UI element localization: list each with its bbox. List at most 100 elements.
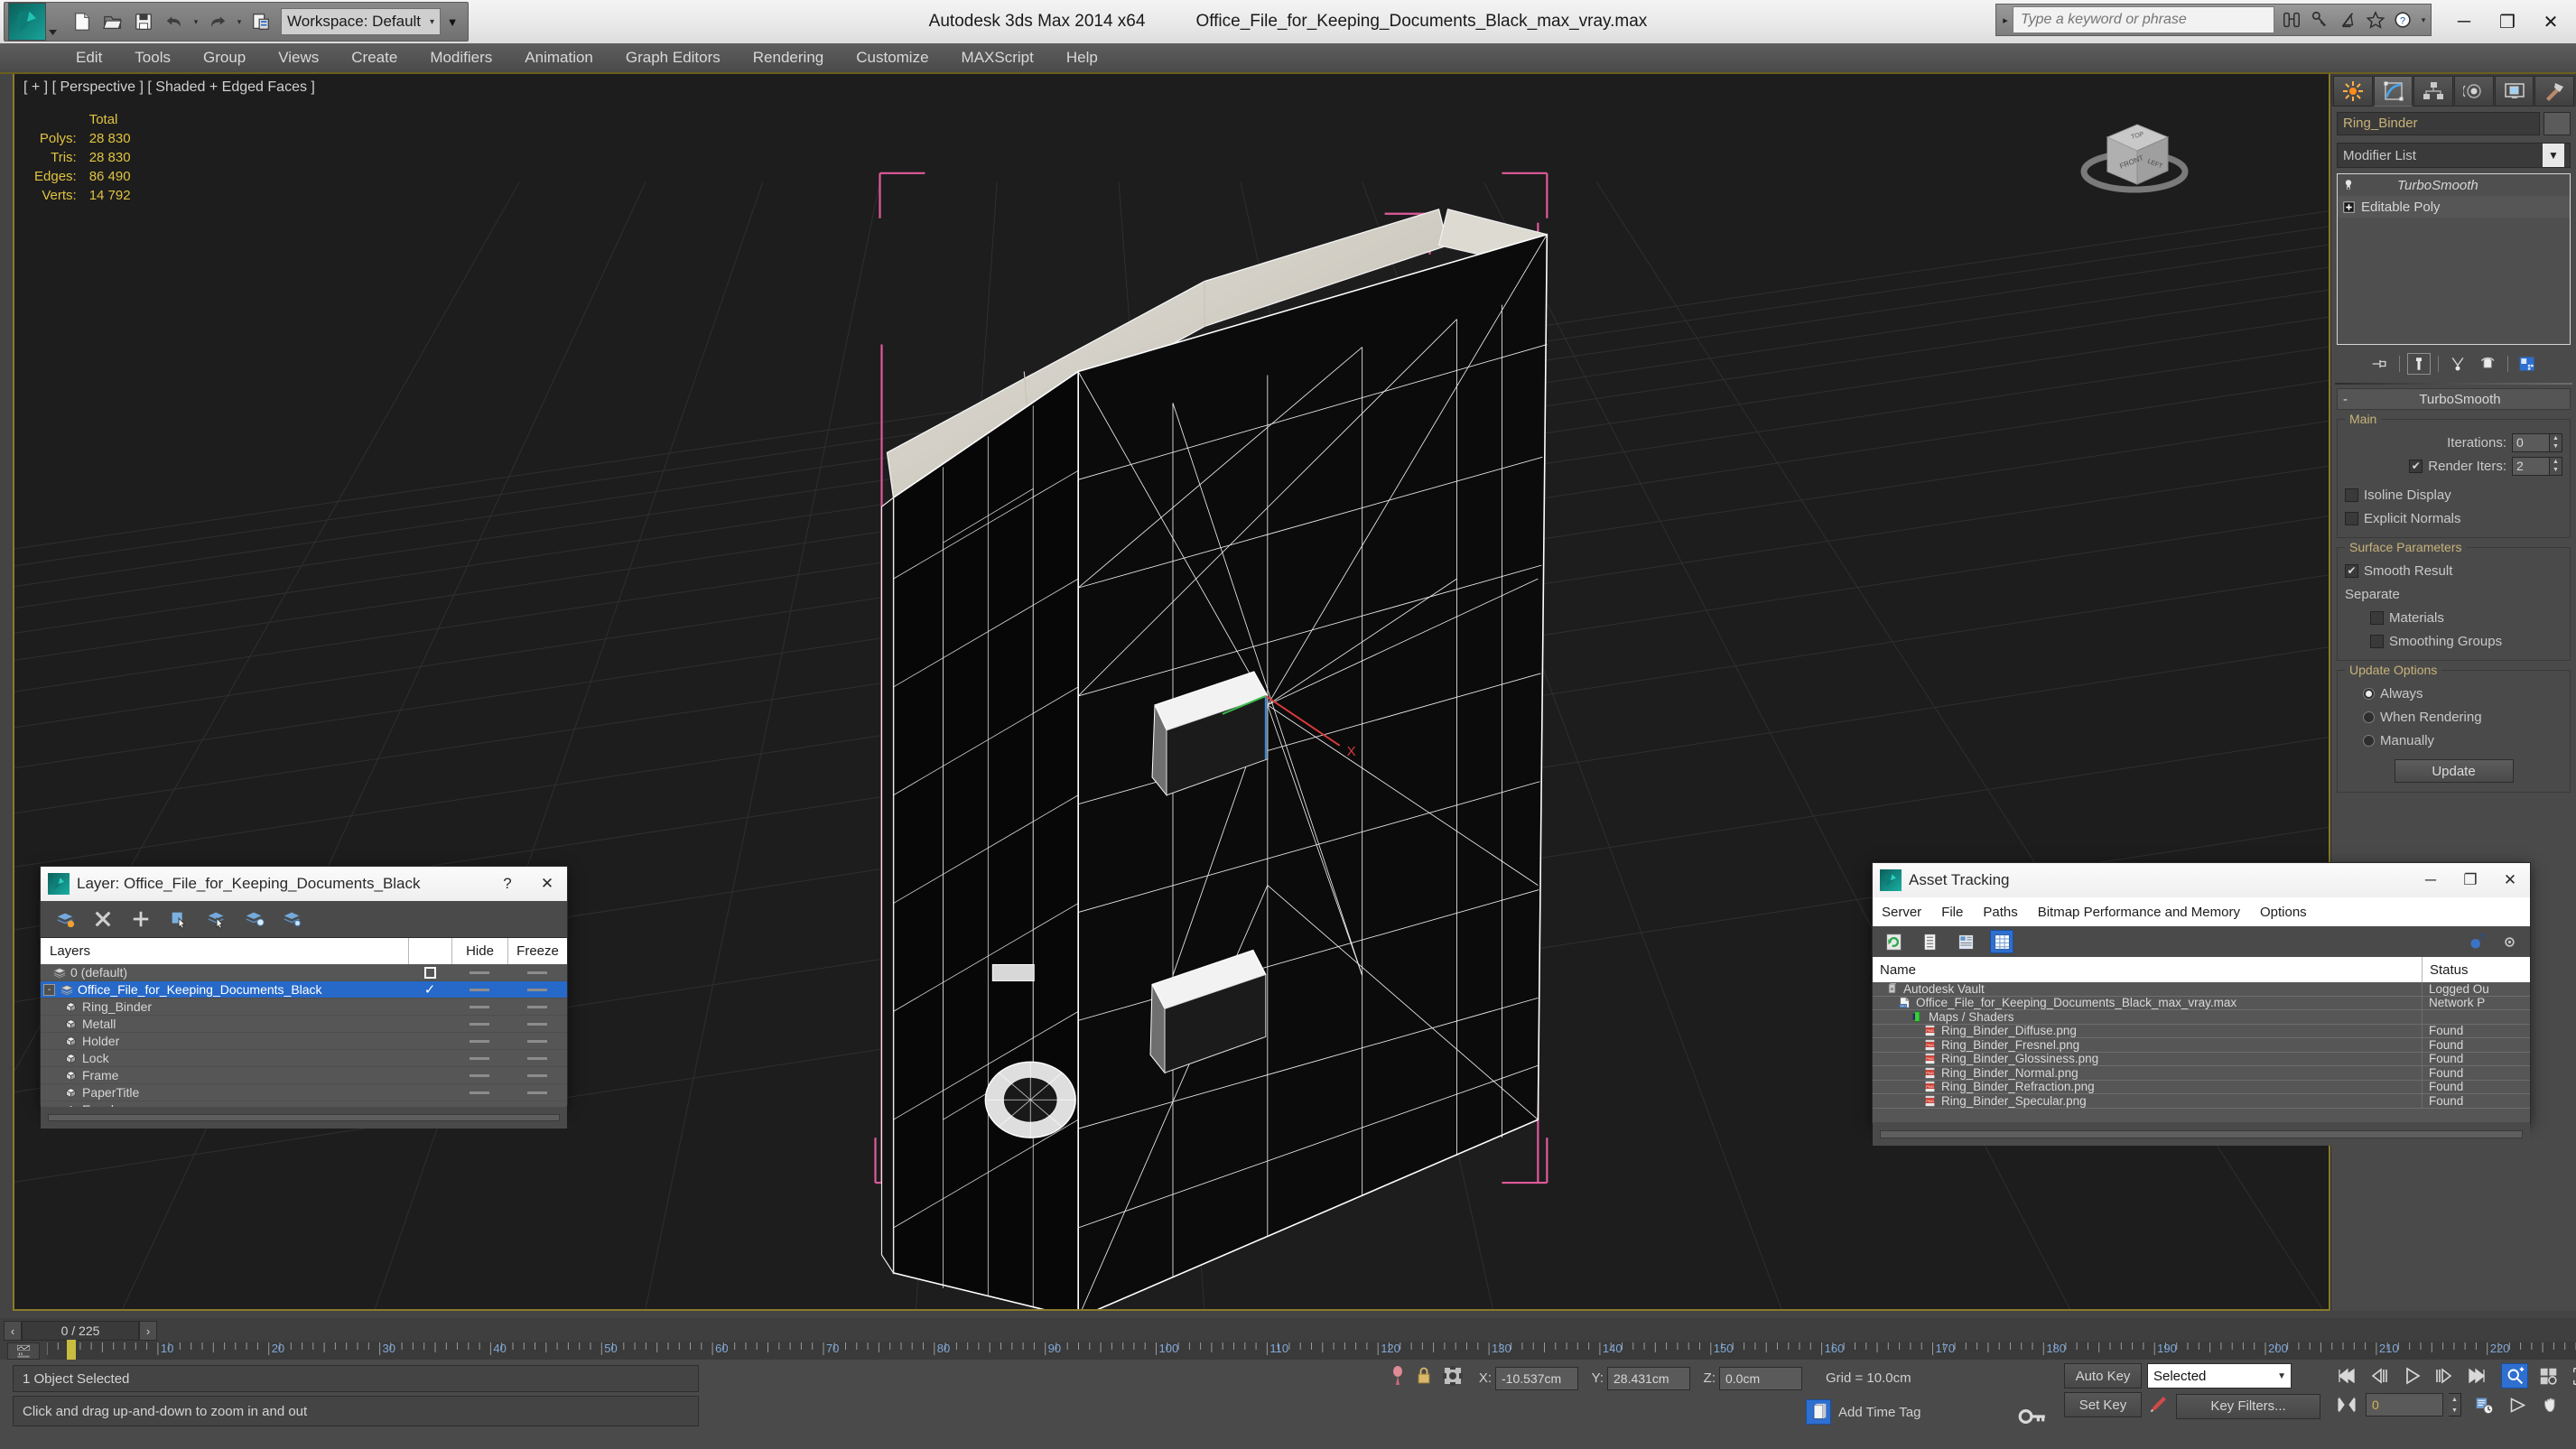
iterations-stepper[interactable]: ▲▼: [2512, 432, 2562, 452]
asset-menu-server[interactable]: Server: [1882, 905, 1921, 920]
asset-row[interactable]: PNG Ring_Binder_Fresnel.png Found: [1873, 1038, 2530, 1053]
layer-help-button[interactable]: ?: [488, 867, 527, 901]
layer-row[interactable]: PaperTitle: [41, 1084, 567, 1101]
set-key-button[interactable]: Set Key: [2064, 1392, 2142, 1417]
layer-hide-cell[interactable]: [451, 1005, 507, 1008]
layer-hide-cell[interactable]: [451, 971, 507, 974]
menu-item-animation[interactable]: Animation: [508, 42, 609, 73]
tab-display[interactable]: [2494, 76, 2534, 107]
open-file-icon[interactable]: [98, 7, 127, 36]
tab-hierarchy[interactable]: [2413, 76, 2454, 107]
pin-stack-status-icon[interactable]: [1390, 1365, 1405, 1391]
highlight-layer-icon[interactable]: [243, 907, 266, 931]
zoom-tool-icon[interactable]: [2501, 1363, 2528, 1389]
asset-list[interactable]: Autodesk Vault Logged Ou MAX Office_File_fo…: [1873, 982, 2530, 1122]
stack-item-turbosmooth[interactable]: TurboSmooth: [2338, 174, 2570, 196]
radio-icon[interactable]: [2363, 734, 2375, 747]
key-filters-button[interactable]: Key Filters...: [2176, 1393, 2320, 1419]
menu-item-graph-editors[interactable]: Graph Editors: [609, 42, 737, 73]
asset-help-icon[interactable]: ?: [2465, 930, 2488, 953]
previous-frame-button[interactable]: ‹: [4, 1321, 22, 1341]
pin-stack-icon[interactable]: [2368, 353, 2392, 375]
menu-item-create[interactable]: Create: [335, 42, 414, 73]
explicit-normals-checkbox[interactable]: [2345, 511, 2358, 525]
asset-menu-bitmap-performance-and-memory[interactable]: Bitmap Performance and Memory: [2038, 905, 2240, 920]
current-frame-field[interactable]: 0: [2366, 1393, 2443, 1416]
tab-modify[interactable]: [2373, 76, 2413, 107]
save-file-icon[interactable]: [129, 7, 158, 36]
create-new-layer-icon[interactable]: [53, 907, 77, 931]
layer-hide-cell[interactable]: [451, 1039, 507, 1043]
auto-key-button[interactable]: Auto Key: [2064, 1363, 2142, 1389]
menu-item-modifiers[interactable]: Modifiers: [414, 42, 508, 73]
stack-item-editable-poly[interactable]: Editable Poly: [2338, 196, 2570, 218]
zoom-all-icon[interactable]: [2534, 1363, 2562, 1389]
redo-icon[interactable]: [203, 7, 232, 36]
asset-menu-file[interactable]: File: [1941, 905, 1963, 920]
asset-close-button[interactable]: ✕: [2490, 863, 2530, 897]
layer-hide-cell[interactable]: [451, 1056, 507, 1060]
coord-y[interactable]: Y: 28.431cm: [1587, 1366, 1690, 1390]
layer-hide-cell[interactable]: [451, 1073, 507, 1077]
configure-modifier-sets-icon[interactable]: [2516, 353, 2539, 375]
iterations-input[interactable]: [2512, 432, 2550, 452]
layer-freeze-cell[interactable]: [507, 1039, 567, 1043]
next-frame-button[interactable]: ›: [139, 1321, 157, 1341]
pan-view-icon[interactable]: [2537, 1392, 2564, 1417]
layer-hide-cell[interactable]: [451, 1091, 507, 1094]
path-view-icon[interactable]: [1954, 930, 1977, 953]
asset-minimize-button[interactable]: ─: [2411, 863, 2450, 897]
asset-row[interactable]: MAX Office_File_for_Keeping_Documents_Bla…: [1873, 996, 2530, 1010]
asset-maximize-button[interactable]: ❐: [2450, 863, 2490, 897]
modifier-stack[interactable]: TurboSmooth Editable Poly: [2337, 173, 2571, 345]
menu-item-group[interactable]: Group: [187, 42, 262, 73]
layer-row[interactable]: Metall: [41, 1016, 567, 1033]
search-expand-icon[interactable]: ▸: [1998, 5, 2013, 34]
maximize-button[interactable]: ❐: [2486, 2, 2529, 42]
asset-settings-icon[interactable]: [2497, 930, 2521, 953]
absolute-relative-toggle-icon[interactable]: [1443, 1366, 1463, 1390]
menu-item-rendering[interactable]: Rendering: [737, 42, 840, 73]
layer-close-button[interactable]: ✕: [527, 867, 567, 901]
go-to-start-icon[interactable]: [2333, 1363, 2360, 1389]
layer-freeze-cell[interactable]: [507, 1005, 567, 1008]
materials-checkbox[interactable]: [2370, 610, 2384, 625]
project-folder-icon[interactable]: [246, 7, 275, 36]
update-option-when-rendering[interactable]: When Rendering: [2345, 705, 2562, 729]
layer-freeze-cell[interactable]: [507, 1022, 567, 1026]
next-frame-icon[interactable]: [2431, 1363, 2458, 1389]
layer-row[interactable]: Lock: [41, 1050, 567, 1067]
lightbulb-icon[interactable]: [2341, 178, 2356, 192]
redo-dropdown-caret-icon[interactable]: ▾: [234, 7, 245, 36]
render-iters-stepper[interactable]: ▲▼: [2512, 456, 2562, 476]
binoculars-search-icon[interactable]: [2278, 5, 2305, 34]
coord-value[interactable]: -10.537cm: [1495, 1366, 1578, 1390]
search-input[interactable]: [2013, 6, 2274, 33]
update-button[interactable]: Update: [2394, 759, 2514, 783]
help-icon[interactable]: ?: [2390, 5, 2417, 34]
asset-scrollbar[interactable]: [1873, 1122, 2530, 1146]
play-animation-icon[interactable]: [2398, 1363, 2425, 1389]
make-unique-icon[interactable]: [2446, 353, 2469, 375]
key-mode-nav-icon[interactable]: [2333, 1392, 2360, 1417]
isoline-display-checkbox[interactable]: [2345, 488, 2358, 502]
layer-hide-cell[interactable]: [451, 988, 507, 991]
layer-freeze-cell[interactable]: [507, 988, 567, 991]
tab-utilities[interactable]: [2534, 76, 2575, 107]
key-mode-dropdown[interactable]: Selected ▼: [2147, 1363, 2292, 1389]
tab-create[interactable]: [2333, 76, 2373, 107]
rollout-header[interactable]: - TurboSmooth: [2337, 388, 2571, 410]
time-configuration-icon[interactable]: [2470, 1392, 2497, 1417]
asset-menu-paths[interactable]: Paths: [1983, 905, 2017, 920]
go-to-end-icon[interactable]: [2463, 1363, 2490, 1389]
open-track-view-icon[interactable]: [7, 1342, 40, 1360]
coord-value[interactable]: 28.431cm: [1607, 1366, 1690, 1390]
add-to-layer-icon[interactable]: [129, 907, 153, 931]
close-button[interactable]: ✕: [2529, 2, 2572, 42]
asset-row[interactable]: PNG Ring_Binder_Diffuse.png Found: [1873, 1024, 2530, 1038]
render-iters-input[interactable]: [2512, 456, 2550, 476]
menu-item-views[interactable]: Views: [262, 42, 335, 73]
expander-icon[interactable]: -: [43, 983, 55, 996]
smooth-result-checkbox[interactable]: ✔: [2345, 563, 2358, 578]
layer-scrollbar[interactable]: [41, 1107, 567, 1129]
